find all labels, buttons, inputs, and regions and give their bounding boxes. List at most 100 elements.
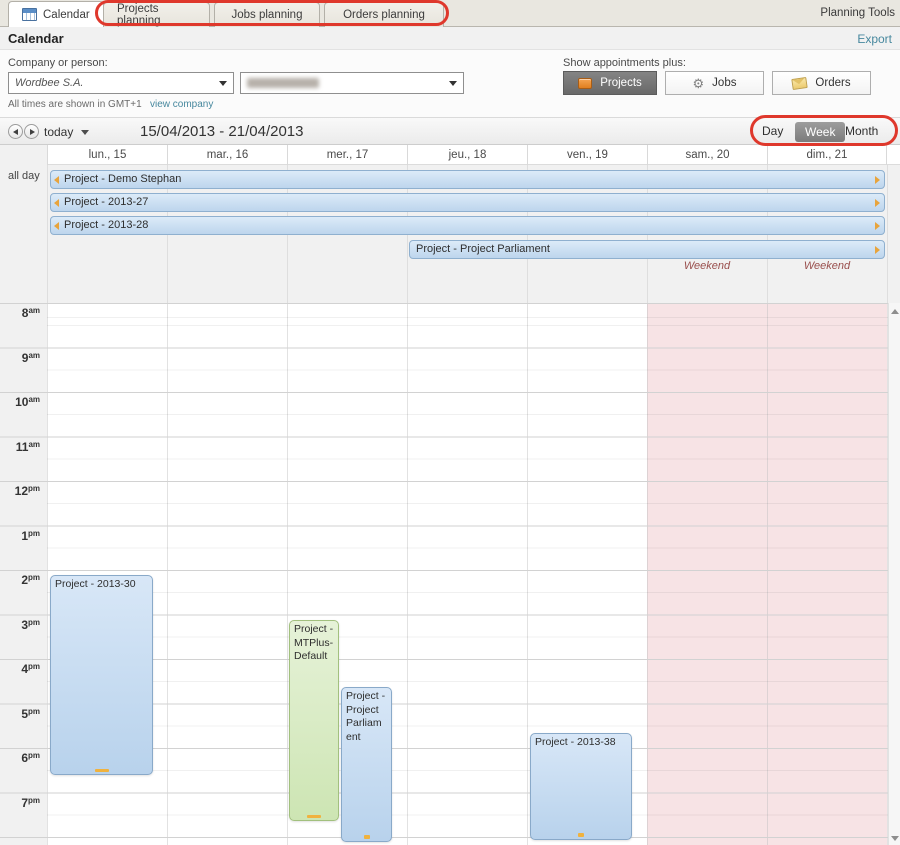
projects-toggle-button[interactable]: Projects bbox=[563, 71, 657, 95]
continues-right-icon bbox=[875, 199, 880, 207]
event-project-parliament[interactable]: Project - Project Parliament bbox=[341, 687, 392, 842]
continues-right-icon bbox=[875, 246, 880, 254]
view-week-button[interactable]: Week bbox=[795, 122, 845, 142]
allday-event-demo-stephan[interactable]: Project - Demo Stephan bbox=[50, 170, 885, 189]
vertical-scrollbar[interactable] bbox=[888, 303, 900, 845]
today-button[interactable]: today bbox=[44, 125, 89, 139]
calendar-icon bbox=[22, 8, 37, 21]
resize-handle[interactable] bbox=[95, 769, 109, 772]
projects-toggle-label: Projects bbox=[600, 77, 642, 89]
event-label: Project - MTPlus-Default bbox=[294, 623, 333, 662]
view-company-link[interactable]: view company bbox=[150, 99, 213, 110]
allday-event-2013-28[interactable]: Project - 2013-28 bbox=[50, 216, 885, 235]
page-title: Calendar bbox=[8, 31, 64, 46]
chevron-down-icon bbox=[81, 130, 89, 135]
event-2013-38[interactable]: Project - 2013-38 bbox=[530, 733, 632, 840]
tab-jobs-planning[interactable]: Jobs planning bbox=[214, 2, 320, 27]
allday-event-label: Project - Demo Stephan bbox=[64, 173, 181, 185]
continues-right-icon bbox=[875, 222, 880, 230]
next-week-button[interactable] bbox=[24, 124, 39, 139]
chevron-down-icon bbox=[449, 81, 457, 86]
hour-label-7pm: 7pm bbox=[0, 796, 40, 810]
continues-left-icon bbox=[54, 176, 59, 184]
company-select-value: Wordbee S.A. bbox=[9, 77, 219, 89]
tab-jobs-planning-label: Jobs planning bbox=[232, 9, 303, 21]
hour-label-2pm: 2pm bbox=[0, 573, 40, 587]
event-label: Project - 2013-30 bbox=[55, 578, 136, 590]
hour-label-12pm: 12pm bbox=[0, 484, 40, 498]
hour-label-9am: 9am bbox=[0, 351, 40, 365]
day-header-wed[interactable]: mer., 17 bbox=[287, 145, 407, 165]
envelope-icon bbox=[792, 77, 808, 90]
today-label: today bbox=[44, 125, 73, 139]
view-day-button[interactable]: Day bbox=[762, 124, 783, 138]
orders-toggle-button[interactable]: Orders bbox=[772, 71, 871, 95]
tab-projects-planning-label: Projects planning bbox=[117, 3, 196, 27]
date-range: 15/04/2013 - 21/04/2013 bbox=[140, 123, 303, 140]
tab-orders-planning-label: Orders planning bbox=[343, 9, 425, 21]
timezone-note: All times are shown in GMT+1 bbox=[8, 99, 142, 110]
prev-week-button[interactable] bbox=[8, 124, 23, 139]
tab-orders-planning[interactable]: Orders planning bbox=[324, 2, 444, 27]
allday-event-label: Project - 2013-28 bbox=[64, 219, 148, 231]
hour-label-5pm: 5pm bbox=[0, 707, 40, 721]
calendar-nav-bar: today 15/04/2013 - 21/04/2013 Day Week M… bbox=[0, 117, 900, 145]
jobs-toggle-label: Jobs bbox=[712, 77, 736, 89]
event-mtplus-default[interactable]: Project - MTPlus-Default bbox=[289, 620, 339, 821]
tab-projects-planning[interactable]: Projects planning bbox=[103, 2, 210, 27]
orders-toggle-label: Orders bbox=[815, 77, 850, 89]
page-header: Calendar Export bbox=[0, 27, 900, 50]
arrow-right-icon bbox=[30, 129, 35, 135]
hour-label-6pm: 6pm bbox=[0, 751, 40, 765]
gear-icon: ⚙ bbox=[693, 77, 705, 90]
resize-handle[interactable] bbox=[578, 833, 584, 837]
event-label: Project - Project Parliament bbox=[346, 690, 385, 743]
allday-event-label: Project - 2013-27 bbox=[64, 196, 148, 208]
tab-calendar[interactable]: Calendar bbox=[8, 1, 104, 27]
resize-handle[interactable] bbox=[307, 815, 321, 818]
week-time-grid[interactable]: 8am 9am 10am 11am 12pm 1pm 2pm 3pm 4pm 5… bbox=[0, 303, 900, 845]
event-2013-30[interactable]: Project - 2013-30 bbox=[50, 575, 153, 775]
export-link[interactable]: Export bbox=[857, 32, 892, 46]
continues-right-icon bbox=[875, 176, 880, 184]
hour-label-8am: 8am bbox=[0, 306, 40, 320]
hour-label-3pm: 3pm bbox=[0, 618, 40, 632]
planning-tools-label: Planning Tools bbox=[820, 7, 895, 19]
hour-label-10am: 10am bbox=[0, 395, 40, 409]
hour-label-4pm: 4pm bbox=[0, 662, 40, 676]
tab-calendar-label: Calendar bbox=[43, 9, 90, 21]
arrow-left-icon bbox=[13, 129, 18, 135]
view-month-button[interactable]: Month bbox=[845, 124, 878, 138]
day-header-fri[interactable]: ven., 19 bbox=[527, 145, 647, 165]
day-header-thu[interactable]: jeu., 18 bbox=[407, 145, 527, 165]
event-label: Project - 2013-38 bbox=[535, 736, 616, 748]
continues-left-icon bbox=[54, 199, 59, 207]
allday-event-label: Project - Project Parliament bbox=[416, 243, 550, 255]
day-header-row: lun., 15 mar., 16 mer., 17 jeu., 18 ven.… bbox=[0, 145, 900, 165]
scroll-up-icon[interactable] bbox=[891, 309, 899, 314]
top-tab-bar: Calendar Projects planning Jobs planning… bbox=[0, 0, 900, 27]
all-day-label: all day bbox=[8, 170, 40, 182]
scroll-down-icon[interactable] bbox=[891, 836, 899, 841]
day-header-sat[interactable]: sam., 20 bbox=[647, 145, 767, 165]
company-or-person-label: Company or person: bbox=[8, 57, 108, 69]
person-select-redacted-value bbox=[247, 78, 319, 88]
projects-icon bbox=[578, 78, 592, 89]
show-appointments-label: Show appointments plus: bbox=[563, 57, 686, 69]
person-select[interactable] bbox=[240, 72, 464, 94]
allday-event-project-parliament[interactable]: Project - Project Parliament bbox=[409, 240, 885, 259]
hour-label-11am: 11am bbox=[0, 440, 40, 454]
filter-bar: Company or person: Wordbee S.A. All time… bbox=[0, 50, 900, 117]
resize-handle[interactable] bbox=[364, 835, 370, 839]
day-header-sun[interactable]: dim., 21 bbox=[767, 145, 887, 165]
day-header-tue[interactable]: mar., 16 bbox=[167, 145, 287, 165]
all-day-section: all day Project - Demo Stephan Project -… bbox=[0, 165, 900, 303]
day-header-gutter bbox=[0, 145, 47, 165]
day-header-mon[interactable]: lun., 15 bbox=[47, 145, 167, 165]
chevron-down-icon bbox=[219, 81, 227, 86]
company-select[interactable]: Wordbee S.A. bbox=[8, 72, 234, 94]
weekend-label-saturday: Weekend bbox=[647, 260, 767, 272]
weekend-label-sunday: Weekend bbox=[767, 260, 887, 272]
allday-event-2013-27[interactable]: Project - 2013-27 bbox=[50, 193, 885, 212]
jobs-toggle-button[interactable]: ⚙ Jobs bbox=[665, 71, 764, 95]
